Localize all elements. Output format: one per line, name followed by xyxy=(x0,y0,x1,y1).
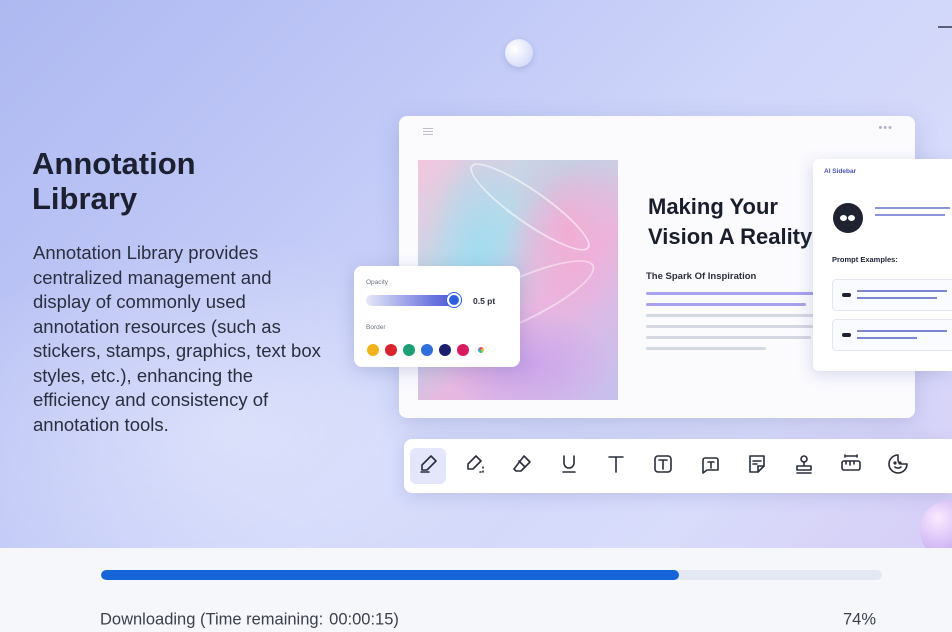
textbox-tool-button[interactable] xyxy=(645,448,681,484)
text-icon xyxy=(604,452,628,481)
opacity-popup: Opacity 0.5 pt Border xyxy=(354,266,520,367)
prompt-example-card[interactable] xyxy=(832,319,952,351)
color-swatch[interactable] xyxy=(385,344,397,356)
color-swatch[interactable] xyxy=(367,344,379,356)
underline-tool-button[interactable] xyxy=(551,448,587,484)
progress-fill xyxy=(101,570,679,580)
progress-percent: 74% xyxy=(843,610,877,629)
area-highlight-tool-button[interactable] xyxy=(457,448,493,484)
area-highlight-icon xyxy=(463,452,487,481)
note-tool-button[interactable] xyxy=(739,448,775,484)
measure-icon xyxy=(839,452,863,481)
opacity-label: Opacity xyxy=(366,279,389,286)
ai-greeting-text xyxy=(875,207,952,221)
preview-topbar: ••• xyxy=(399,116,915,144)
textbox-icon xyxy=(651,452,675,481)
prompt-examples-heading: Prompt Examples: xyxy=(832,255,898,264)
opacity-slider[interactable] xyxy=(366,293,462,307)
slider-knob[interactable] xyxy=(447,293,462,307)
download-footer: Downloading (Time remaining: 00:00:15) 74… xyxy=(0,548,952,632)
download-status: Downloading (Time remaining: 00:00:15) xyxy=(100,611,399,630)
prompt-icon xyxy=(842,333,851,337)
stamp-tool-button[interactable] xyxy=(786,448,822,484)
measure-tool-button[interactable] xyxy=(833,448,869,484)
menu-icon xyxy=(423,128,433,135)
minimize-icon[interactable] xyxy=(938,26,952,28)
ai-sidebar-panel: AI Sidebar Prompt Examples: xyxy=(813,159,952,371)
annotation-toolbar xyxy=(404,439,952,493)
more-icon: ••• xyxy=(878,122,893,134)
opacity-value[interactable]: 0.5 pt xyxy=(473,296,495,306)
note-icon xyxy=(745,452,769,481)
decorative-orb xyxy=(920,500,952,548)
feature-description: Annotation Library provides centralized … xyxy=(33,242,321,435)
underline-icon xyxy=(557,452,581,481)
status-label: Downloading (Time remaining: xyxy=(100,610,324,629)
stamp-icon xyxy=(792,452,816,481)
feature-title: Annotation Library xyxy=(32,146,196,216)
decorative-orb xyxy=(505,39,533,67)
callout-icon xyxy=(698,452,722,481)
document-subtitle: The Spark Of Inspiration xyxy=(646,271,757,282)
document-body-text xyxy=(646,292,816,358)
hero-banner: Annotation Library Annotation Library pr… xyxy=(0,0,952,548)
text-tool-button[interactable] xyxy=(598,448,634,484)
color-swatch[interactable] xyxy=(457,344,469,356)
prompt-icon xyxy=(842,293,851,297)
color-swatch[interactable] xyxy=(475,344,487,356)
eraser-icon xyxy=(510,452,534,481)
border-label: Border xyxy=(366,324,386,331)
sticker-icon xyxy=(886,452,910,481)
sticker-tool-button[interactable] xyxy=(880,448,916,484)
ai-assistant-icon xyxy=(833,203,863,233)
highlighter-icon xyxy=(416,452,440,481)
time-remaining: 00:00:15) xyxy=(329,610,399,629)
download-progress-bar xyxy=(101,570,882,580)
prompt-example-card[interactable] xyxy=(832,279,952,311)
callout-tool-button[interactable] xyxy=(692,448,728,484)
color-swatch[interactable] xyxy=(421,344,433,356)
color-swatches xyxy=(367,344,487,356)
highlighter-tool-button[interactable] xyxy=(410,448,446,484)
color-swatch[interactable] xyxy=(439,344,451,356)
color-swatch[interactable] xyxy=(403,344,415,356)
ai-sidebar-header: AI Sidebar xyxy=(824,168,857,175)
eraser-tool-button[interactable] xyxy=(504,448,540,484)
